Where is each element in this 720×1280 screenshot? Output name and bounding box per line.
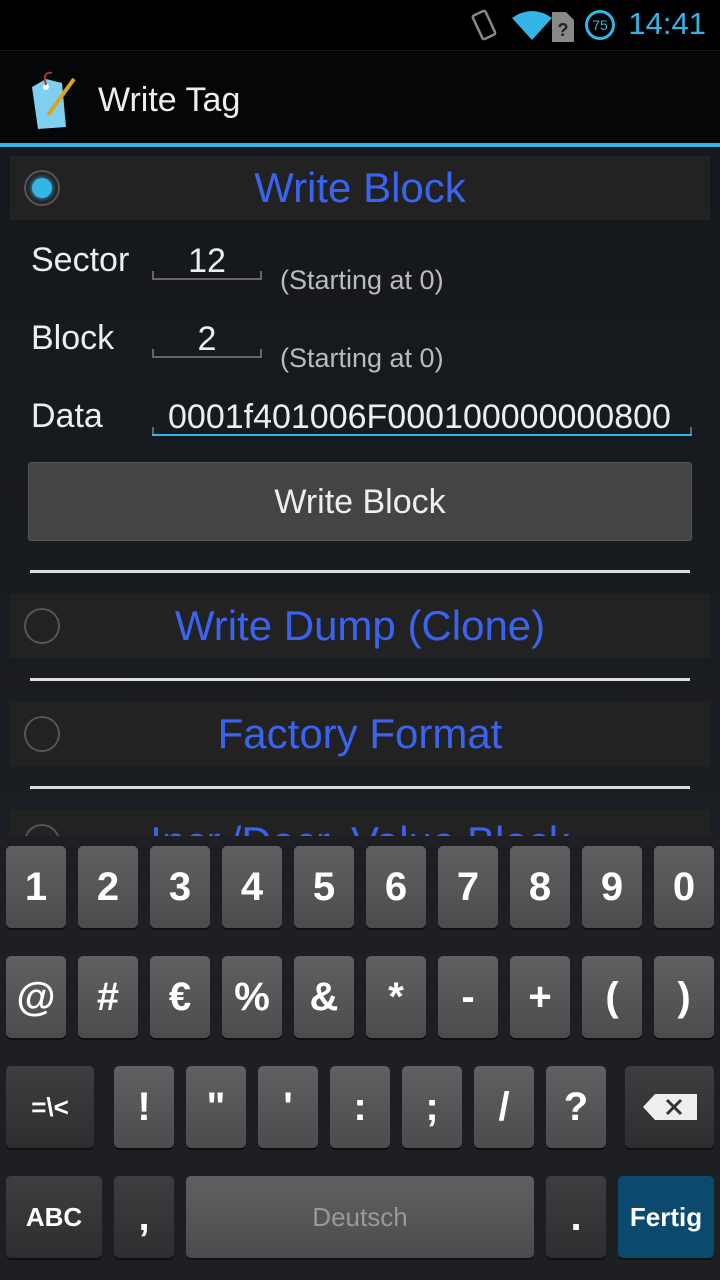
key-3[interactable]: 4 — [222, 846, 282, 928]
option-factory-format[interactable]: Factory Format — [10, 702, 710, 766]
action-bar: Write Tag — [0, 50, 720, 143]
key-2[interactable]: 3 — [150, 846, 210, 928]
key-more-symbols[interactable]: =\< — [6, 1066, 94, 1148]
comma-key[interactable]: , — [114, 1176, 174, 1258]
key-symbol[interactable]: + — [510, 956, 570, 1038]
sector-hint: (Starting at 0) — [280, 265, 444, 295]
wifi-icon — [512, 11, 552, 40]
key-symbol[interactable]: ( — [582, 956, 642, 1038]
block-input[interactable]: 2 — [152, 320, 262, 358]
vibrate-icon — [471, 9, 497, 41]
block-label: Block — [31, 319, 115, 357]
divider — [30, 786, 690, 789]
key-symbol[interactable]: ! — [114, 1066, 174, 1148]
status-bar: ? 75 14:41 — [0, 0, 720, 50]
data-label: Data — [31, 397, 103, 435]
sector-label: Sector — [31, 241, 130, 279]
write-block-button[interactable]: Write Block — [28, 462, 692, 541]
key-symbol[interactable]: @ — [6, 956, 66, 1038]
key-6[interactable]: 7 — [438, 846, 498, 928]
key-symbol[interactable]: " — [186, 1066, 246, 1148]
option-label: Write Dump (Clone) — [174, 602, 546, 649]
backspace-key[interactable] — [625, 1066, 714, 1148]
divider — [30, 678, 690, 681]
data-input[interactable]: 0001f401006F000100000000800 — [152, 398, 692, 436]
divider — [30, 570, 690, 573]
option-write-dump[interactable]: Write Dump (Clone) — [10, 594, 710, 658]
done-key[interactable]: Fertig — [618, 1176, 714, 1258]
key-8[interactable]: 9 — [582, 846, 642, 928]
option-label: Factory Format — [217, 710, 503, 757]
key-symbol[interactable]: % — [222, 956, 282, 1038]
key-symbol[interactable]: & — [294, 956, 354, 1038]
svg-text:?: ? — [558, 20, 569, 40]
key-symbol[interactable]: : — [330, 1066, 390, 1148]
clock: 14:41 — [628, 6, 706, 41]
abc-key[interactable]: ABC — [6, 1176, 102, 1258]
key-symbol[interactable]: ? — [546, 1066, 606, 1148]
key-9[interactable]: 0 — [654, 846, 714, 928]
sim-unknown-icon: ? — [552, 12, 574, 42]
option-write-block[interactable]: Write Block — [10, 156, 710, 220]
option-label: Write Block — [254, 164, 466, 211]
key-0[interactable]: 1 — [6, 846, 66, 928]
key-5[interactable]: 6 — [366, 846, 426, 928]
block-hint: (Starting at 0) — [280, 343, 444, 373]
key-symbol[interactable]: * — [366, 956, 426, 1038]
backspace-icon — [642, 1094, 697, 1120]
key-symbol[interactable]: € — [150, 956, 210, 1038]
key-1[interactable]: 2 — [78, 846, 138, 928]
sector-input[interactable]: 12 — [152, 242, 262, 280]
key-7[interactable]: 8 — [510, 846, 570, 928]
keyboard: 1 2 3 4 5 6 7 8 9 0 @ # €% & * - +() =\<! " ':; /? ABC, Deutsc… — [0, 836, 720, 1280]
key-4[interactable]: 5 — [294, 846, 354, 928]
page-title: Write Tag — [98, 81, 241, 119]
space-key[interactable]: Deutsch — [186, 1176, 534, 1258]
key-symbol[interactable]: - — [438, 956, 498, 1038]
period-key[interactable]: . — [546, 1176, 606, 1258]
key-symbol[interactable]: # — [78, 956, 138, 1038]
battery-icon: 75 — [585, 10, 615, 40]
key-symbol[interactable]: ' — [258, 1066, 318, 1148]
tag-pencil-icon[interactable] — [28, 69, 80, 131]
key-symbol[interactable]: / — [474, 1066, 534, 1148]
key-symbol[interactable]: ; — [402, 1066, 462, 1148]
key-symbol[interactable]: ) — [654, 956, 714, 1038]
